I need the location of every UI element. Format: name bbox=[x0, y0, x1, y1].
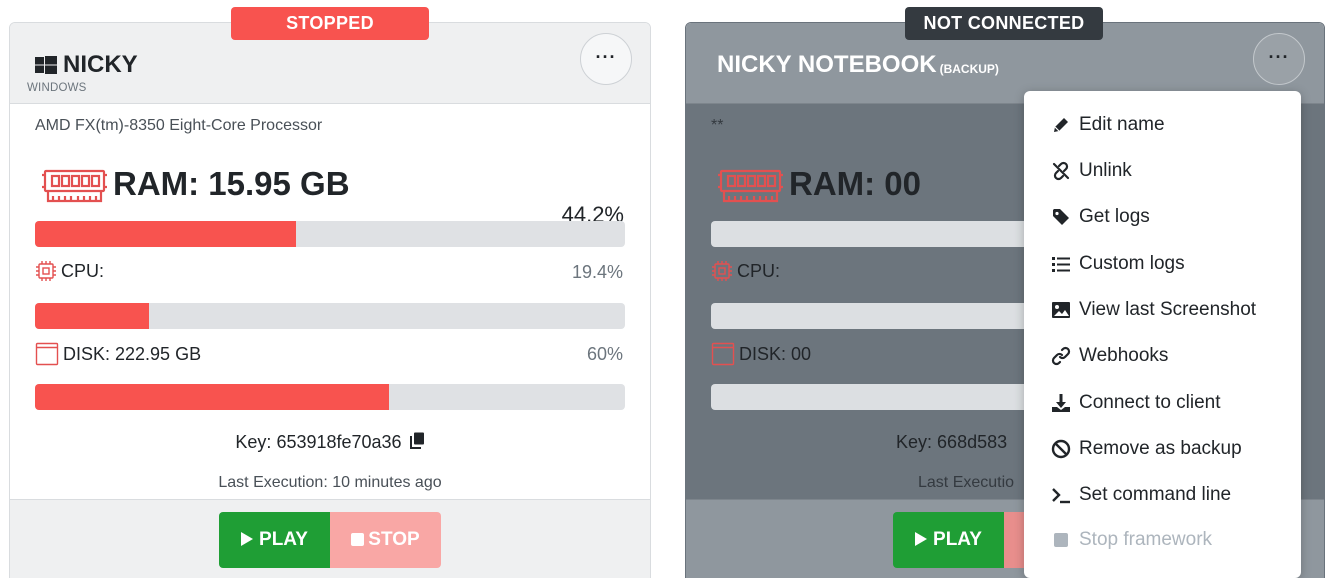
menu-item-label: Unlink bbox=[1079, 160, 1132, 181]
cpu-progress-bar bbox=[35, 303, 625, 329]
key-label: Key: bbox=[235, 432, 272, 452]
card-body: AMD FX(tm)-8350 Eight-Core Processor RAM… bbox=[10, 104, 650, 499]
stop-icon bbox=[351, 533, 365, 546]
disk-icon bbox=[35, 342, 59, 366]
cpu-label: CPU: bbox=[737, 260, 781, 281]
play-label: PLAY bbox=[259, 529, 308, 550]
play-label: PLAY bbox=[933, 529, 982, 550]
stop-icon bbox=[1054, 533, 1068, 547]
image-icon bbox=[1052, 302, 1070, 318]
cpu-row: CPU: bbox=[711, 260, 780, 282]
disk-progress-bar bbox=[35, 384, 625, 410]
last-execution: Last Execution: 10 minutes ago bbox=[218, 474, 442, 491]
ram-label: RAM: 15.95 GB bbox=[113, 165, 350, 202]
key-row: Key: 653918fe70a36 bbox=[10, 432, 650, 453]
download-icon bbox=[1052, 394, 1070, 412]
card-options-menu: Edit name Unlink Get logs Custom logs Vi… bbox=[1024, 91, 1301, 578]
key-label: Key: bbox=[896, 432, 933, 452]
card-title: NICKY bbox=[35, 51, 138, 79]
copy-icon[interactable] bbox=[409, 432, 425, 449]
menu-item-remove-backup[interactable]: Remove as backup bbox=[1051, 438, 1242, 460]
play-icon bbox=[241, 532, 254, 546]
connection-badge: NOT CONNECTED bbox=[905, 7, 1103, 40]
terminal-icon bbox=[1052, 488, 1070, 504]
stop-button[interactable]: STOP bbox=[330, 512, 441, 568]
unlink-icon bbox=[1052, 161, 1070, 181]
list-icon bbox=[1052, 257, 1070, 272]
menu-item-label: Edit name bbox=[1079, 114, 1165, 135]
menu-item-label: View last Screenshot bbox=[1079, 299, 1257, 320]
disk-label: DISK: 222.95 GB bbox=[63, 343, 202, 364]
card-title: NICKY NOTEBOOK (BACKUP) bbox=[717, 51, 999, 79]
menu-item-label: Webhooks bbox=[1079, 345, 1169, 366]
cpu-label: CPU: bbox=[61, 260, 105, 281]
menu-item-label: Stop framework bbox=[1079, 529, 1213, 550]
menu-item-command-line[interactable]: Set command line bbox=[1051, 484, 1231, 506]
dashboard: STOPPED NICKY WINDOWS ··· AMD FX(tm)-835… bbox=[0, 0, 1325, 578]
ram-icon bbox=[718, 169, 783, 203]
disk-row: DISK: 00 bbox=[711, 342, 811, 366]
card-name: NICKY bbox=[63, 51, 138, 78]
play-button[interactable]: PLAY bbox=[893, 512, 1004, 568]
ram-icon bbox=[42, 169, 107, 203]
client-card-nicky: NICKY WINDOWS ··· AMD FX(tm)-8350 Eight-… bbox=[9, 22, 651, 578]
ram-progress-fill bbox=[35, 221, 296, 247]
menu-item-get-logs[interactable]: Get logs bbox=[1051, 206, 1150, 228]
ram-row: RAM: 15.95 GB bbox=[41, 161, 350, 207]
cpu-icon bbox=[36, 261, 56, 281]
card-footer: PLAY STOP bbox=[10, 499, 650, 578]
processor-label: ** bbox=[711, 117, 724, 134]
cpu-icon bbox=[712, 261, 732, 281]
disk-row: DISK: 222.95 GB bbox=[35, 342, 201, 366]
ram-row: RAM: 00 bbox=[717, 161, 921, 207]
menu-item-label: Connect to client bbox=[1079, 392, 1221, 413]
menu-item-edit-name[interactable]: Edit name bbox=[1051, 114, 1165, 136]
tag-icon bbox=[1053, 209, 1069, 225]
menu-item-webhooks[interactable]: Webhooks bbox=[1051, 345, 1168, 367]
menu-item-custom-logs[interactable]: Custom logs bbox=[1051, 253, 1185, 275]
disk-label: DISK: 00 bbox=[739, 343, 812, 364]
disk-progress-fill bbox=[35, 384, 389, 410]
stop-label: STOP bbox=[368, 529, 420, 550]
play-button[interactable]: PLAY bbox=[219, 512, 330, 568]
ram-label: RAM: 00 bbox=[789, 165, 922, 202]
ban-icon bbox=[1051, 439, 1071, 459]
cpu-progress-fill bbox=[35, 303, 150, 329]
menu-item-connect-client[interactable]: Connect to client bbox=[1051, 392, 1221, 414]
pencil-icon bbox=[1054, 118, 1068, 132]
processor-label: AMD FX(tm)-8350 Eight-Core Processor bbox=[35, 117, 323, 134]
more-options-button[interactable]: ··· bbox=[580, 33, 632, 85]
disk-icon bbox=[711, 342, 735, 366]
menu-item-unlink[interactable]: Unlink bbox=[1051, 160, 1132, 182]
menu-item-stop-framework[interactable]: Stop framework bbox=[1051, 529, 1212, 551]
menu-item-label: Remove as backup bbox=[1079, 438, 1242, 459]
key-value: 653918fe70a36 bbox=[276, 432, 402, 452]
key-value: 668d583 bbox=[937, 432, 1008, 452]
cpu-row: CPU: bbox=[35, 260, 104, 282]
os-label: WINDOWS bbox=[27, 82, 87, 94]
backup-tag: (BACKUP) bbox=[939, 62, 999, 76]
menu-item-label: Set command line bbox=[1079, 484, 1232, 505]
windows-icon bbox=[35, 56, 57, 74]
menu-item-label: Get logs bbox=[1079, 206, 1150, 227]
more-options-button[interactable]: ··· bbox=[1253, 33, 1305, 85]
cpu-percent: 19.4% bbox=[571, 262, 623, 282]
status-badge: STOPPED bbox=[231, 7, 429, 40]
card-name: NICKY NOTEBOOK bbox=[717, 51, 937, 78]
link-icon bbox=[1051, 346, 1071, 366]
menu-item-label: Custom logs bbox=[1079, 253, 1185, 274]
disk-percent: 60% bbox=[586, 344, 623, 364]
play-icon bbox=[915, 532, 928, 546]
ram-progress-bar bbox=[35, 221, 625, 247]
menu-item-view-screenshot[interactable]: View last Screenshot bbox=[1051, 299, 1256, 321]
